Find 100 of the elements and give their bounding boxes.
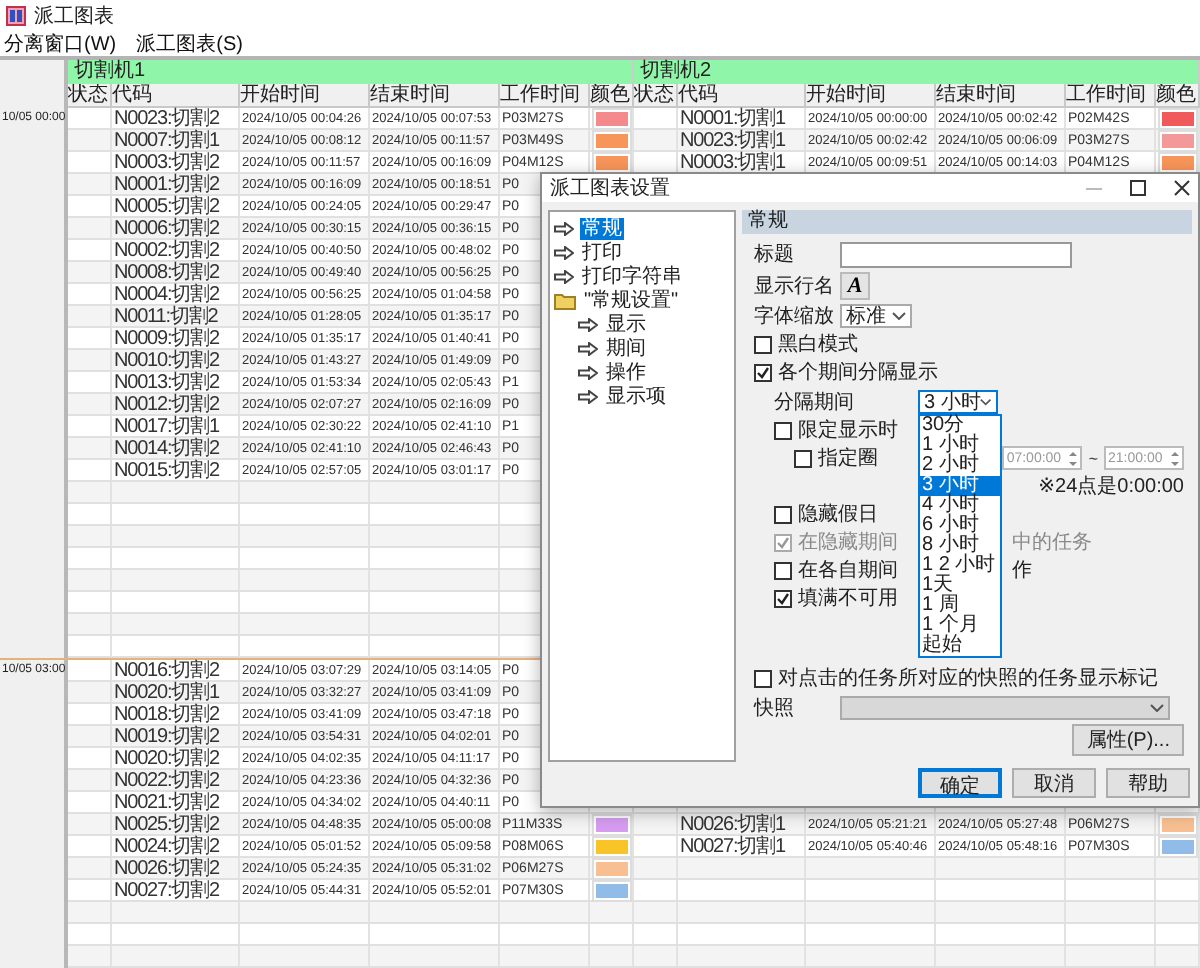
table-cell: N0014:切割2	[114, 437, 219, 459]
field-label: 显示行名	[754, 274, 834, 300]
table-cell: N0025:切割2	[114, 813, 219, 835]
column-header: 结束时间	[370, 84, 500, 108]
tree-item[interactable]: 显示项	[604, 385, 668, 407]
checkbox-label: 作	[1012, 558, 1032, 584]
group-header: 切割机1	[68, 60, 634, 84]
table-cell: N0017:切割1	[114, 415, 219, 437]
font-button[interactable]: A	[840, 272, 870, 300]
field-label: 标题	[754, 241, 796, 268]
table-cell: N0012:切割2	[114, 393, 219, 415]
close-icon[interactable]	[1174, 180, 1190, 196]
column-header: 工作时间	[500, 84, 590, 108]
chevron-down-icon	[1150, 703, 1164, 711]
table-cell: N0027:切割2	[114, 879, 219, 901]
table-cell: N0011:切割2	[114, 305, 218, 327]
tree-item[interactable]: 常规	[580, 217, 624, 239]
column-header: 代码	[678, 84, 806, 108]
chevron-down-icon	[892, 312, 906, 320]
dialog-title: 派工图表设置	[550, 175, 672, 202]
table-cell: N0003:切割1	[680, 151, 785, 173]
title-field[interactable]	[840, 241, 1072, 267]
column-header: 工作时间	[1066, 84, 1156, 108]
table-cell: N0023:切割1	[680, 129, 785, 151]
column-header: 开始时间	[806, 84, 936, 108]
menu-item[interactable]: 分离窗口(W)	[4, 29, 117, 57]
checkbox-label: 指定圈	[818, 445, 878, 472]
dialog-button[interactable]: 取消	[1012, 768, 1096, 798]
checkbox-label: 在各自期间	[798, 557, 898, 584]
checkbox[interactable]	[754, 669, 772, 687]
table-cell: N0001:切割1	[680, 107, 785, 129]
checkbox-label: 黑白模式	[778, 331, 858, 358]
table-cell: N0027:切割1	[680, 835, 785, 857]
table-cell: N0002:切割2	[114, 239, 219, 261]
tree-item[interactable]: 打印字符串	[580, 265, 684, 287]
checkbox-label: 在隐藏期间	[798, 529, 898, 556]
chevron-down-icon	[980, 397, 992, 405]
field-label: 字体缩放	[754, 303, 834, 330]
tree-item[interactable]: 操作	[604, 361, 648, 383]
dialog-button[interactable]: 确定	[918, 768, 1002, 798]
table-cell: N0009:切割2	[114, 327, 219, 349]
field-label: 分隔期间	[774, 389, 856, 415]
table-cell: N0006:切割2	[114, 217, 219, 239]
checkbox-label: 中的任务	[1012, 529, 1092, 556]
checkbox-label: 对点击的任务所对应的快照的任务显示标记	[778, 665, 1158, 692]
checkbox[interactable]	[774, 589, 792, 607]
table-cell: N0016:切割2	[114, 659, 219, 681]
menu-item[interactable]: 派工图表(S)	[136, 29, 243, 57]
spinner-arrows-icon[interactable]	[1068, 449, 1079, 467]
table-cell: N0001:切割2	[114, 173, 219, 195]
checkbox-label: 限定显示时	[798, 417, 898, 444]
checkbox[interactable]	[774, 505, 792, 523]
table-cell: N0023:切割2	[114, 107, 219, 129]
checkbox[interactable]	[774, 561, 792, 579]
tree-item[interactable]: 显示	[604, 313, 648, 335]
maximize-icon[interactable]	[1130, 180, 1146, 196]
table-cell: N0008:切割2	[114, 261, 219, 283]
tree-item[interactable]: 打印	[580, 241, 624, 263]
table-cell: N0024:切割2	[114, 835, 219, 857]
dropdown-option[interactable]: 1 2 小时	[920, 555, 1000, 575]
column-header: 代码	[112, 84, 240, 108]
checkbox[interactable]	[754, 335, 772, 353]
checkbox-label: 各个期间分隔显示	[778, 359, 938, 386]
checkbox[interactable]	[794, 449, 812, 467]
table-cell: N0010:切割2	[114, 349, 219, 371]
checkbox-label: 填满不可用	[798, 585, 898, 612]
tree-item[interactable]: "常规设置"	[582, 289, 681, 311]
section-header: 常规	[742, 210, 1192, 234]
range-separator: ~	[1088, 449, 1098, 467]
table-cell: N0022:切割2	[114, 769, 219, 791]
column-header: 开始时间	[240, 84, 370, 108]
tree-item[interactable]: 期间	[604, 337, 648, 359]
table-cell: N0015:切割2	[114, 459, 219, 481]
table-cell: N0026:切割1	[680, 813, 785, 835]
table-cell: N0004:切割2	[114, 283, 219, 305]
period-select[interactable]: 3 小时	[918, 389, 998, 413]
table-cell: N0005:切割2	[114, 195, 219, 217]
table-cell: N0021:切割2	[114, 791, 219, 813]
checkbox[interactable]	[774, 421, 792, 439]
app-icon	[6, 5, 26, 25]
table-cell: N0020:切割2	[114, 747, 219, 769]
font-scale-select[interactable]: 标准	[840, 304, 912, 328]
table-cell: N0018:切割2	[114, 703, 219, 725]
window-title: 派工图表	[34, 3, 114, 29]
column-header: 结束时间	[936, 84, 1066, 108]
table-cell: N0026:切割2	[114, 857, 219, 879]
column-header: 状态	[634, 84, 678, 108]
field-label: 快照	[754, 695, 796, 721]
table-cell: N0019:切割2	[114, 725, 219, 747]
checkbox[interactable]	[754, 363, 772, 381]
dialog-button[interactable]: 帮助	[1106, 768, 1190, 798]
checkbox-label: 隐藏假日	[798, 501, 878, 528]
table-cell: N0020:切割1	[114, 681, 219, 703]
spinner-arrows-icon[interactable]	[1170, 449, 1180, 467]
properties-button[interactable]: 属性(P)...	[1072, 724, 1184, 756]
column-header: 状态	[68, 84, 112, 108]
table-cell: N0007:切割1	[114, 129, 219, 151]
time-note: ※24点是0:00:00	[1038, 473, 1184, 500]
table-cell: N0003:切割2	[114, 151, 219, 173]
table-cell: N0013:切割2	[114, 371, 219, 393]
